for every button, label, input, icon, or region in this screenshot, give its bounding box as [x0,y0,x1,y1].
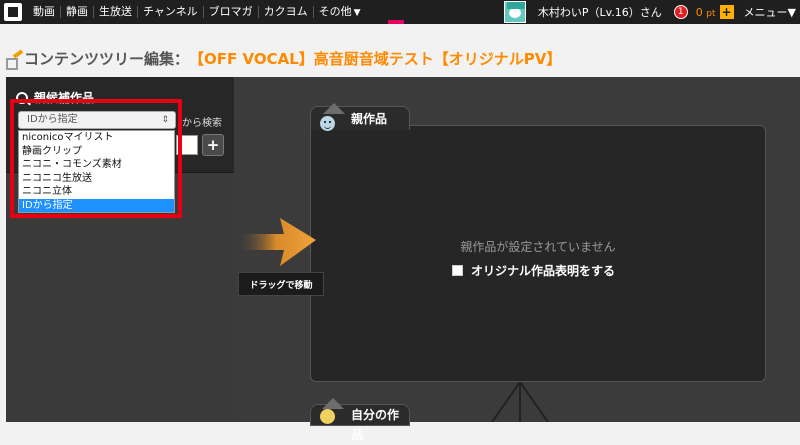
menu-button[interactable]: メニュー▼ [744,4,796,20]
select-updown-icon: ⇕ [161,115,169,125]
face-icon [320,116,335,131]
source-select[interactable]: IDから指定 ⇕ [18,111,176,129]
nav-live[interactable]: 生放送 [94,6,138,18]
user-name[interactable]: 木村わいP（Lv.16）さん [538,4,662,20]
original-checkbox-label[interactable]: オリジナル作品表明をする [471,262,615,279]
niconico-logo-icon[interactable] [4,3,22,21]
nav-kakuyomu[interactable]: カクヨム [259,6,314,18]
option-niconico-mylist[interactable]: niconicoマイリスト [19,131,174,145]
add-points-button[interactable]: + [719,5,734,19]
up-triangle-icon [323,103,345,114]
source-options-list: niconicoマイリスト 静画クリップ ニコニ・コモンズ素材 ニコニコ生放送 … [18,130,175,213]
page-title: コンテンツツリー編集： 【OFF VOCAL】高音厨音域テスト【オリジナルPV】 [6,48,561,70]
points-unit: pt [706,8,716,19]
add-candidate-button[interactable]: + [202,134,224,156]
drag-arrow-icon [236,218,316,266]
nav-seiga[interactable]: 静画 [61,6,94,18]
up-triangle-icon [322,398,344,409]
parent-not-set-text: 親作品が設定されていません [460,240,616,254]
search-suffix-label: から検索 [182,118,222,129]
option-3d[interactable]: ニコニ立体 [19,185,174,199]
tree-connector-lines [491,382,549,422]
nav-channel[interactable]: チャンネル [138,6,204,18]
page-title-work[interactable]: 【OFF VOCAL】高音厨音域テスト【オリジナルPV】 [189,48,561,69]
original-checkbox[interactable] [452,265,463,276]
option-commons[interactable]: ニコニ・コモンズ素材 [19,158,174,172]
option-by-id[interactable]: IDから指定 [19,198,174,212]
nav-blomaga[interactable]: ブロマガ [204,6,259,18]
page-title-prefix: コンテンツツリー編集： [24,50,190,68]
chevron-down-icon: ▼ [353,7,361,18]
option-live[interactable]: ニコニコ生放送 [19,172,174,186]
parent-work-label: 親作品 [351,112,388,126]
source-select-value: IDから指定 [27,114,78,125]
nav-accent-bar [388,20,404,24]
content-tree-icon [6,52,22,70]
points-display[interactable]: 0 pt [696,6,716,19]
option-seiga-clip[interactable]: 静画クリップ [19,145,174,159]
original-declaration[interactable]: オリジナル作品表明をする [452,262,615,279]
nav-other[interactable]: その他 ▼ [314,4,366,19]
user-area: 木村わいP（Lv.16）さん 1 0 pt + メニュー▼ [503,0,800,24]
nav-other-label: その他 [318,4,352,18]
notification-badge[interactable]: 1 [673,5,688,19]
nav-douga[interactable]: 動画 [28,6,61,18]
points-value: 0 [695,5,703,19]
drag-hint-label: ドラッグで移動 [238,272,324,296]
avatar[interactable] [503,1,526,23]
